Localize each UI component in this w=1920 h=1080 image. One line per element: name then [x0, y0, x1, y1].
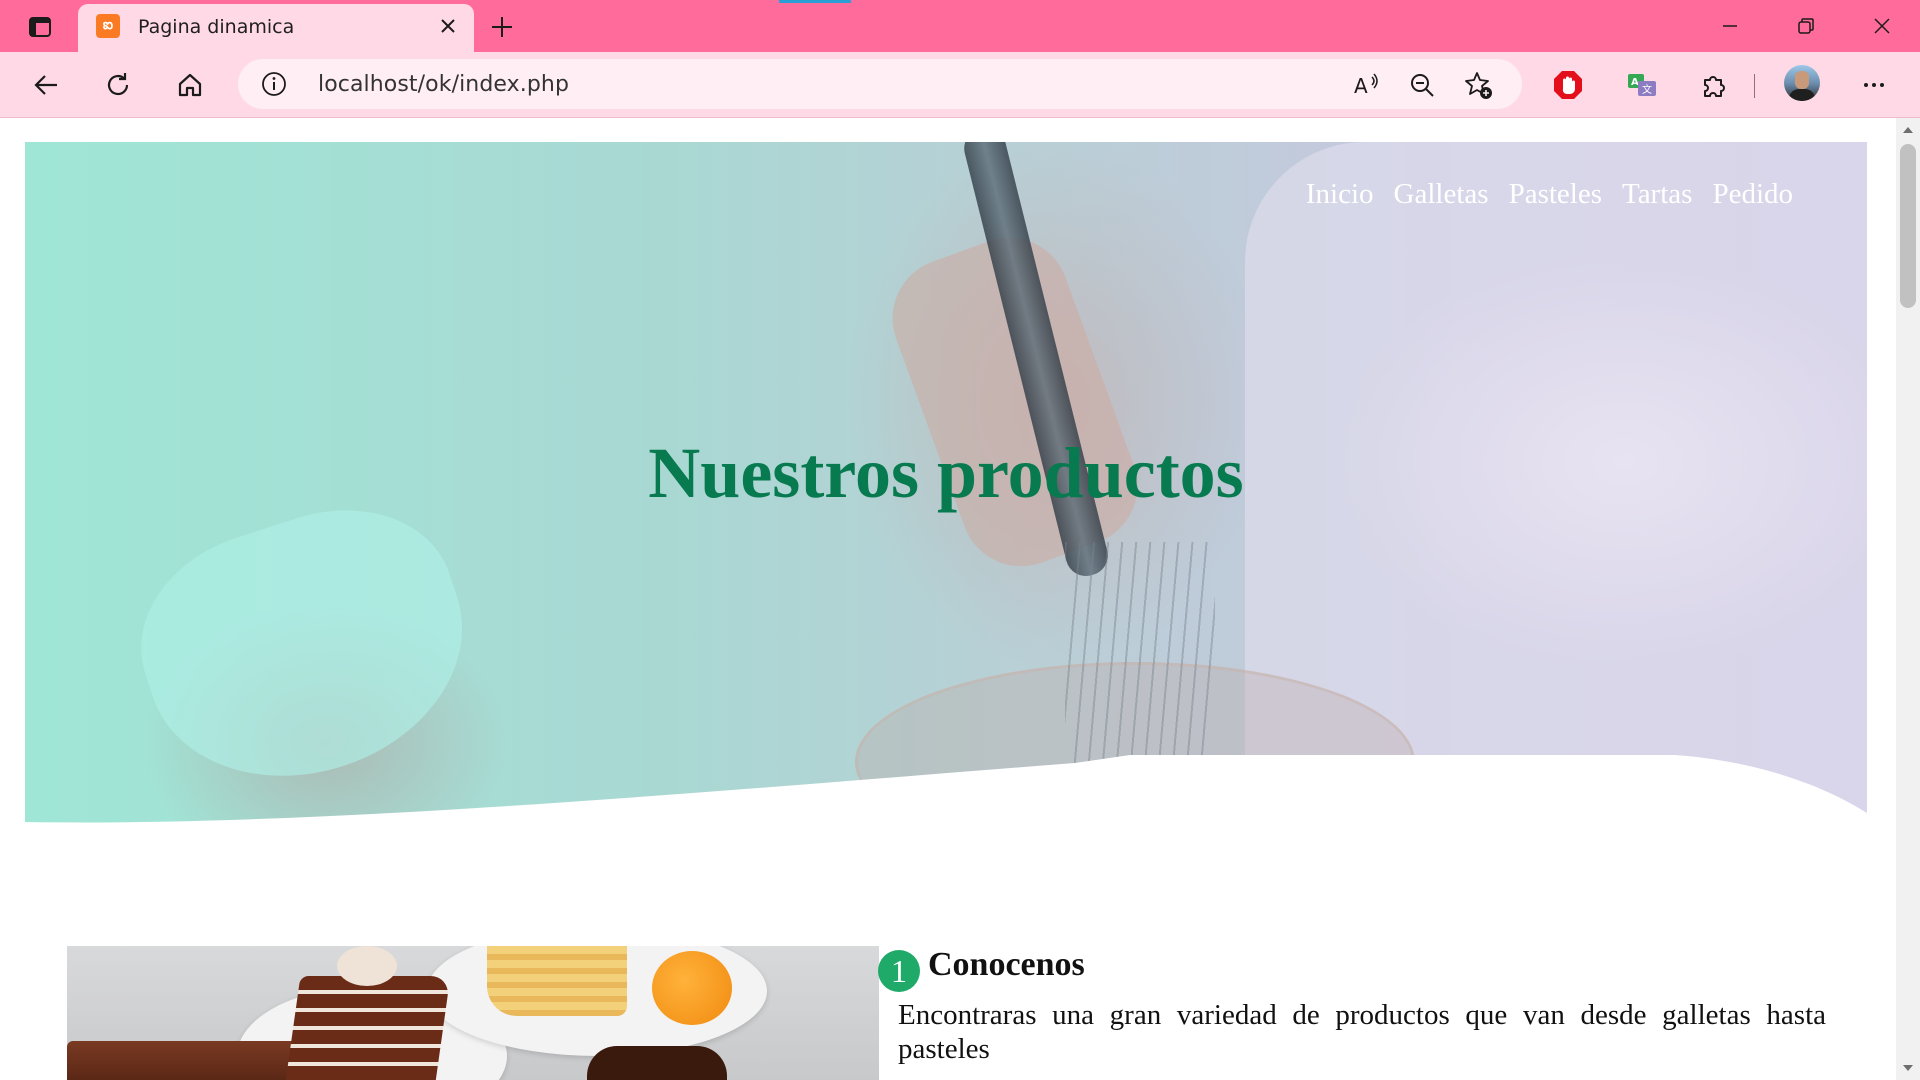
svg-text:文: 文 [1642, 83, 1652, 96]
close-icon [441, 19, 455, 33]
browser-tab-active[interactable]: ఐ Pagina dinamica [78, 4, 474, 52]
puzzle-icon [1704, 76, 1725, 97]
reload-icon [107, 73, 129, 96]
scroll-down-arrow-icon [1903, 1065, 1913, 1071]
dessert-photo [67, 946, 879, 1080]
scroll-up-button[interactable] [1896, 118, 1920, 142]
layer-cake-slice [283, 976, 451, 1080]
hero-wave-divider [25, 755, 1867, 825]
tab-close-button[interactable] [434, 12, 462, 40]
crepe-cake-slice [487, 946, 627, 1016]
home-icon [178, 73, 202, 97]
titlebar-accent-line [779, 0, 851, 3]
address-url[interactable]: localhost/ok/index.php [318, 72, 569, 97]
page-scrollbar[interactable] [1896, 118, 1920, 1080]
cream-topping [337, 946, 397, 986]
back-arrow-icon [34, 75, 57, 95]
add-favorite-button[interactable] [1460, 67, 1496, 103]
read-aloud-icon: A [1354, 73, 1378, 98]
settings-more-button[interactable] [1854, 65, 1894, 105]
nav-link-galletas[interactable]: Galletas [1394, 178, 1489, 211]
section-title: Conocenos [928, 946, 1085, 983]
nav-link-pasteles[interactable]: Pasteles [1509, 178, 1602, 211]
hero-title: Nuestros productos [648, 433, 1244, 513]
hero-banner: Inicio Galletas Pasteles Tartas Pedido N… [25, 142, 1867, 825]
browser-titlebar: ఐ Pagina dinamica [0, 0, 1920, 52]
star-add-icon [1465, 72, 1492, 99]
close-icon [1874, 18, 1890, 34]
profile-avatar[interactable] [1784, 65, 1820, 101]
scroll-thumb[interactable] [1900, 144, 1916, 308]
restore-button[interactable] [1768, 0, 1844, 52]
adblock-extension-button[interactable] [1548, 65, 1588, 105]
translate-icon: A 文 [1628, 74, 1656, 96]
main-navigation: Inicio Galletas Pasteles Tartas Pedido [1306, 178, 1793, 211]
scroll-down-button[interactable] [1896, 1056, 1920, 1080]
toolbar-separator [1754, 74, 1755, 98]
chocolate-cake-slice [67, 1041, 302, 1080]
tab-title: Pagina dinamica [138, 16, 295, 38]
restore-icon [1798, 18, 1814, 34]
tab-actions-icon [29, 17, 51, 37]
minimize-button[interactable] [1692, 0, 1768, 52]
adblock-icon [1554, 71, 1582, 99]
more-dots-icon [1864, 83, 1884, 87]
svg-text:A: A [1354, 74, 1368, 98]
address-bar[interactable]: localhost/ok/index.php A [238, 59, 1522, 109]
section-description: Encontraras una gran variedad de product… [898, 999, 1826, 1065]
scroll-up-arrow-icon [1903, 127, 1913, 133]
window-close-button[interactable] [1844, 0, 1920, 52]
nav-link-tartas[interactable]: Tartas [1622, 178, 1692, 211]
page-viewport: Inicio Galletas Pasteles Tartas Pedido N… [0, 118, 1896, 1080]
avatar-body [1789, 89, 1815, 101]
browser-toolbar: localhost/ok/index.php A A 文 [0, 52, 1920, 118]
new-tab-button[interactable] [484, 10, 520, 44]
read-aloud-button[interactable]: A [1348, 67, 1384, 103]
xampp-icon: ఐ [96, 14, 120, 38]
site-info-icon[interactable] [260, 70, 288, 98]
tab-actions-button[interactable] [14, 10, 66, 44]
zoom-out-icon [1411, 74, 1434, 97]
reload-button[interactable] [98, 65, 138, 105]
back-button[interactable] [26, 65, 66, 105]
section-number-badge: 1 [878, 950, 920, 992]
plus-icon [492, 17, 512, 37]
nav-link-pedido[interactable]: Pedido [1712, 178, 1793, 211]
nav-link-inicio[interactable]: Inicio [1306, 178, 1374, 211]
svg-text:A: A [1631, 77, 1639, 88]
chocolate-shavings [587, 1046, 727, 1080]
minimize-icon [1723, 25, 1737, 27]
extensions-button[interactable] [1694, 65, 1734, 105]
translate-extension-button[interactable]: A 文 [1622, 65, 1662, 105]
avatar-face [1795, 71, 1809, 89]
mandarin-fruit [652, 951, 732, 1025]
home-button[interactable] [170, 65, 210, 105]
zoom-out-button[interactable] [1404, 67, 1440, 103]
